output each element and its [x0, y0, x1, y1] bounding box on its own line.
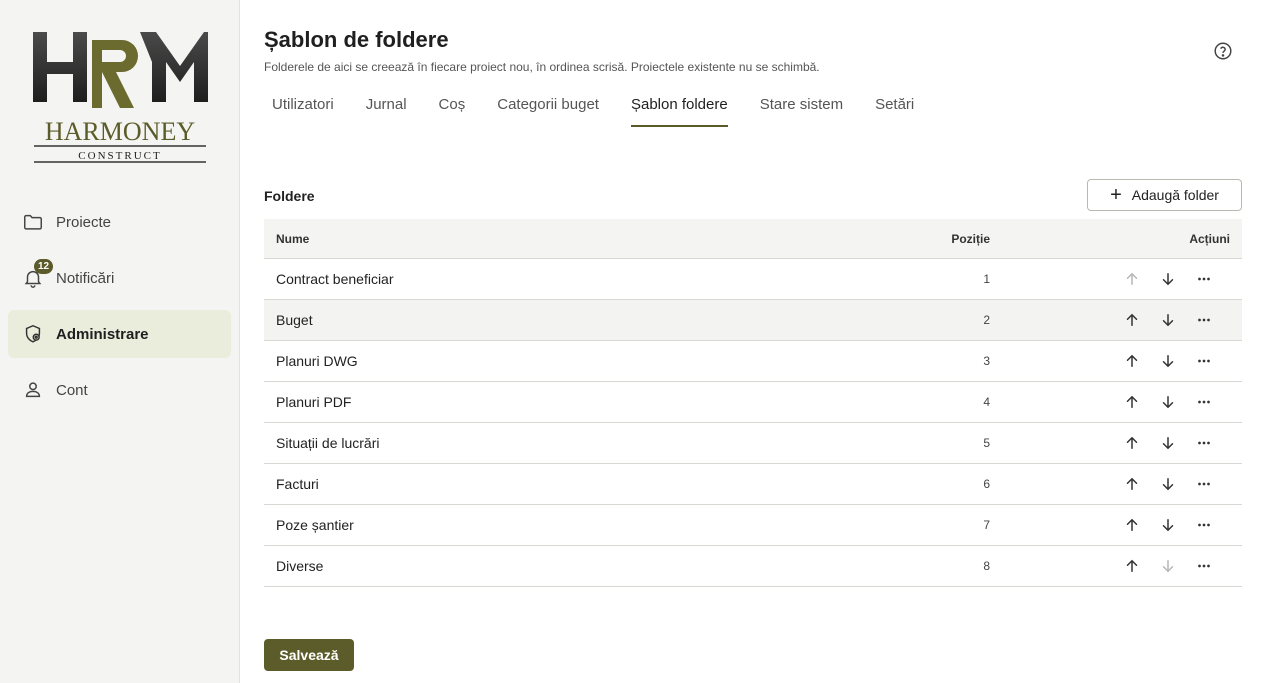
table-row: Poze șantier 7 — [264, 505, 1242, 546]
folders-table: Nume Poziție Acțiuni Contract beneficiar… — [264, 219, 1242, 587]
row-actions — [990, 552, 1242, 580]
add-folder-button[interactable]: + Adaugă folder — [1087, 179, 1242, 211]
table-row: Contract beneficiar 1 — [264, 259, 1242, 300]
sidebar: HARMONEY CONSTRUCT Proiecte 12 Notificăr… — [0, 0, 240, 683]
add-folder-label: Adaugă folder — [1131, 187, 1219, 203]
brand-name-text: HARMONEY — [45, 117, 195, 146]
move-up-icon[interactable] — [1114, 306, 1150, 334]
move-up-icon[interactable] — [1114, 429, 1150, 457]
folder-position: 2 — [983, 313, 990, 327]
folder-position: 1 — [983, 272, 990, 286]
column-header-position: Poziție — [951, 231, 990, 246]
move-up-icon[interactable] — [1114, 347, 1150, 375]
sidebar-item-label: Administrare — [56, 325, 149, 343]
help-icon[interactable] — [1212, 40, 1234, 62]
page-title: Șablon de foldere — [264, 27, 449, 52]
folder-position: 3 — [983, 354, 990, 368]
section-title: Foldere — [264, 188, 315, 204]
move-down-icon[interactable] — [1150, 347, 1186, 375]
folder-icon — [22, 211, 44, 233]
tab-utilizatori[interactable]: Utilizatori — [264, 96, 342, 127]
move-up-icon[interactable] — [1114, 470, 1150, 498]
table-header: Nume Poziție Acțiuni — [264, 219, 1242, 259]
column-header-name: Nume — [276, 231, 310, 246]
more-options-icon[interactable] — [1186, 470, 1222, 498]
column-header-actions: Acțiuni — [1189, 231, 1230, 246]
tab-setari[interactable]: Setări — [867, 96, 922, 127]
more-options-icon[interactable] — [1186, 306, 1222, 334]
admin-tabs: Utilizatori Jurnal Coș Categorii buget Ș… — [264, 96, 938, 127]
sidebar-item-administrare[interactable]: Administrare — [8, 310, 231, 358]
row-actions — [990, 388, 1242, 416]
main-content: Șablon de foldere Folderele de aici se c… — [264, 0, 1242, 683]
move-up-icon — [1114, 265, 1150, 293]
sidebar-item-notificari[interactable]: 12 Notificări — [8, 254, 231, 302]
more-options-icon[interactable] — [1186, 511, 1222, 539]
row-actions — [990, 265, 1242, 293]
sidebar-nav: Proiecte 12 Notificări Administrare Cont — [8, 198, 231, 422]
move-down-icon[interactable] — [1150, 429, 1186, 457]
tab-cos[interactable]: Coș — [431, 96, 474, 127]
row-actions — [990, 347, 1242, 375]
more-options-icon[interactable] — [1186, 388, 1222, 416]
folder-name: Contract beneficiar — [276, 271, 394, 287]
folder-position: 6 — [983, 477, 990, 491]
user-icon — [22, 379, 44, 401]
tab-sablon-foldere[interactable]: Șablon foldere — [623, 96, 736, 127]
table-row: Situații de lucrări 5 — [264, 423, 1242, 464]
table-row: Diverse 8 — [264, 546, 1242, 587]
harmoney-logo: HARMONEY CONSTRUCT — [30, 28, 210, 168]
more-options-icon[interactable] — [1186, 265, 1222, 293]
folder-name: Planuri PDF — [276, 394, 352, 410]
tab-categorii-buget[interactable]: Categorii buget — [489, 96, 607, 127]
table-row: Planuri DWG 3 — [264, 341, 1242, 382]
folder-position: 7 — [983, 518, 990, 532]
page-subtitle: Folderele de aici se creează în fiecare … — [264, 60, 820, 74]
row-actions — [990, 306, 1242, 334]
folder-name: Facturi — [276, 476, 319, 492]
sidebar-item-proiecte[interactable]: Proiecte — [8, 198, 231, 246]
move-down-icon — [1150, 552, 1186, 580]
more-options-icon[interactable] — [1186, 429, 1222, 457]
folder-position: 4 — [983, 395, 990, 409]
more-options-icon[interactable] — [1186, 552, 1222, 580]
move-down-icon[interactable] — [1150, 388, 1186, 416]
plus-icon: + — [1110, 184, 1122, 206]
sidebar-item-cont[interactable]: Cont — [8, 366, 231, 414]
table-row: Facturi 6 — [264, 464, 1242, 505]
row-actions — [990, 429, 1242, 457]
table-row: Buget 2 — [264, 300, 1242, 341]
sidebar-item-label: Notificări — [56, 269, 115, 287]
shield-gear-icon — [22, 323, 44, 345]
move-down-icon[interactable] — [1150, 306, 1186, 334]
row-actions — [990, 470, 1242, 498]
folder-name: Buget — [276, 312, 313, 328]
sidebar-item-label: Proiecte — [56, 213, 112, 231]
bell-icon: 12 — [22, 259, 54, 289]
folder-name: Poze șantier — [276, 517, 354, 533]
brand-tagline-text: CONSTRUCT — [78, 150, 161, 162]
table-row: Planuri PDF 4 — [264, 382, 1242, 423]
move-down-icon[interactable] — [1150, 511, 1186, 539]
move-up-icon[interactable] — [1114, 511, 1150, 539]
folder-position: 5 — [983, 436, 990, 450]
folder-name: Planuri DWG — [276, 353, 358, 369]
move-down-icon[interactable] — [1150, 265, 1186, 293]
notification-badge: 12 — [34, 259, 54, 274]
save-button[interactable]: Salvează — [264, 639, 354, 671]
tab-stare-sistem[interactable]: Stare sistem — [752, 96, 851, 127]
more-options-icon[interactable] — [1186, 347, 1222, 375]
folder-name: Situații de lucrări — [276, 435, 380, 451]
move-down-icon[interactable] — [1150, 470, 1186, 498]
sidebar-item-label: Cont — [56, 381, 88, 399]
tab-jurnal[interactable]: Jurnal — [358, 96, 415, 127]
move-up-icon[interactable] — [1114, 388, 1150, 416]
row-actions — [990, 511, 1242, 539]
move-up-icon[interactable] — [1114, 552, 1150, 580]
folder-name: Diverse — [276, 558, 324, 574]
folder-position: 8 — [983, 559, 990, 573]
